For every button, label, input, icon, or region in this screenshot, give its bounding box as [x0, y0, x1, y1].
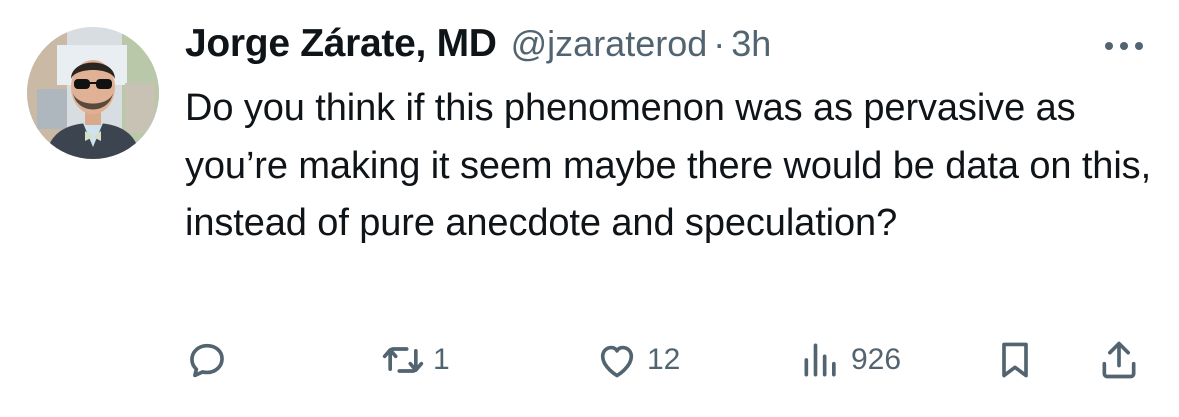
avatar[interactable]: [27, 27, 159, 159]
separator-dot: ·: [713, 23, 726, 64]
user-handle[interactable]: @jzaraterod: [511, 23, 708, 65]
share-icon: [1102, 341, 1136, 379]
share-button[interactable]: [1097, 334, 1141, 386]
heart-icon: [600, 345, 634, 378]
reply-button[interactable]: [185, 334, 229, 386]
retweet-count: 1: [433, 343, 450, 376]
display-name[interactable]: Jorge Zárate, MD: [185, 22, 497, 66]
like-button[interactable]: 12: [595, 334, 680, 386]
tweet-header: Jorge Zárate, MD @jzaraterod · 3h: [185, 22, 771, 72]
action-bar: 1 12 926: [185, 334, 1145, 386]
bookmark-button[interactable]: [993, 334, 1037, 386]
views-icon: [804, 343, 836, 377]
bookmark-icon: [1002, 342, 1028, 378]
retweet-button[interactable]: 1: [381, 334, 450, 386]
like-count: 12: [647, 343, 681, 376]
timestamp[interactable]: 3h: [731, 23, 771, 65]
more-options-button[interactable]: [1100, 34, 1148, 58]
views-count: 926: [851, 343, 902, 376]
more-dots-icon: [1105, 42, 1143, 50]
views-button[interactable]: 926: [799, 334, 901, 386]
reply-icon: [190, 343, 224, 378]
tweet-text: Do you think if this phenomenon was as p…: [185, 87, 1152, 244]
retweet-icon: [382, 347, 424, 373]
